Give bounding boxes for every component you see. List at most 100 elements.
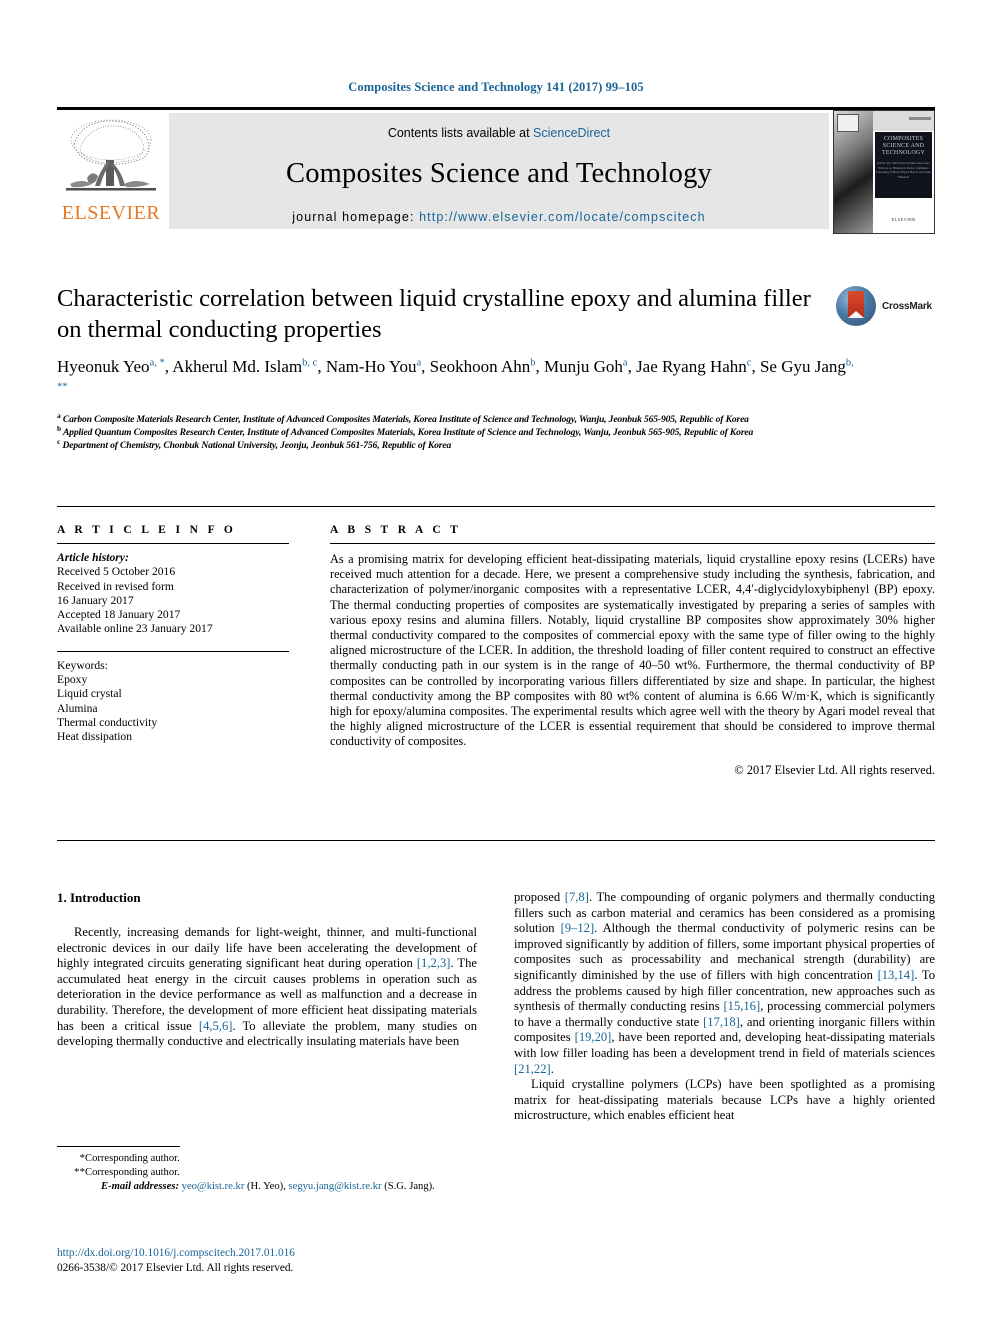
doi-link[interactable]: http://dx.doi.org/10.1016/j.compscitech.… [57, 1246, 487, 1261]
article-history-block: Article history: Received 5 October 2016… [57, 551, 289, 637]
author-3: Nam-Ho Youa [326, 357, 421, 376]
author-1-affiliation-marker: a, * [149, 357, 165, 369]
journal-cover-thumbnail: COMPOSITES SCIENCE AND TECHNOLOGY Editor… [833, 110, 935, 234]
article-history-item-3: Accepted 18 January 2017 [57, 608, 181, 622]
citation-19-20[interactable]: [19,20] [575, 1030, 612, 1044]
keyword-2: Alumina [57, 701, 98, 715]
intro-p1-part-a: Recently, increasing demands for light-w… [57, 925, 477, 971]
article-history-item-1: Received in revised form [57, 579, 174, 593]
keywords-label: Keywords: [57, 658, 108, 672]
email-link-jang[interactable]: segyu.jang@kist.re.kr [289, 1181, 382, 1192]
affiliation-c-marker: c [57, 437, 61, 446]
body-column-left: 1. Introduction Recently, increasing dem… [57, 890, 477, 1050]
article-history-label: Article history: [57, 551, 129, 564]
intro-p1-cont-h: . [550, 1061, 554, 1076]
affiliation-b-text: Applied Quantum Composites Research Cent… [62, 427, 754, 439]
author-1: Hyeonuk Yeoa, * [57, 357, 165, 376]
homepage-url-link[interactable]: http://www.elsevier.com/locate/compscite… [419, 210, 706, 224]
issn-copyright-line: 0266-3538/© 2017 Elsevier Ltd. All right… [57, 1262, 294, 1274]
citation-21-22[interactable]: [21,22] [514, 1062, 551, 1076]
article-info-panel: A R T I C L E I N F O Article history: R… [57, 524, 289, 745]
citation-17-18[interactable]: [17,18] [703, 1015, 740, 1029]
cover-title-line3: TECHNOLOGY [882, 150, 925, 156]
elsevier-wordmark: ELSEVIER [61, 202, 161, 224]
citation-1-2-3[interactable]: [1,2,3] [417, 956, 451, 970]
author-7-name: Se Gyu Jang [759, 357, 846, 376]
affiliation-a-marker: a [57, 410, 61, 420]
author-list: Hyeonuk Yeoa, *, Akherul Md. Islamb, c, … [57, 355, 857, 403]
email-addresses-label: E-mail addresses: [101, 1181, 179, 1193]
affiliation-c: c Department of Chemistry, Chonbuk Natio… [57, 437, 937, 453]
cover-footer-panel: ELSEVIER [875, 199, 932, 232]
keyword-1: Liquid crystal [57, 687, 122, 701]
affiliation-b-marker: b [57, 423, 62, 433]
page-title: Characteristic correlation between liqui… [57, 285, 811, 343]
affiliation-b: b Applied Quantum Composites Research Ce… [57, 423, 937, 440]
abstract-panel: A B S T R A C T As a promising matrix fo… [330, 524, 935, 778]
author-2-affiliation-marker: b, c [302, 357, 318, 369]
contents-prefix: Contents lists available at [387, 126, 534, 140]
author-5-name: Munju Goh [544, 357, 623, 376]
footnote-text-2: Corresponding author. [85, 1166, 180, 1178]
abstract-copyright: © 2017 Elsevier Ltd. All rights reserved… [734, 762, 935, 777]
crossmark-icon [836, 286, 876, 326]
citation-13-14[interactable]: [13,14] [878, 968, 915, 982]
email-link-yeo[interactable]: yeo@kist.re.kr [182, 1181, 245, 1192]
author-2: Akherul Md. Islamb, c [172, 357, 317, 376]
citation-7-8[interactable]: [7,8] [565, 890, 589, 904]
article-info-heading-rule [57, 543, 289, 544]
keyword-3: Thermal conductivity [57, 715, 158, 729]
author-5: Munju Goha [544, 357, 628, 376]
journal-title: Composites Science and Technology [286, 158, 712, 189]
keyword-0: Epoxy [57, 673, 88, 687]
title-block: Characteristic correlation between liqui… [57, 283, 817, 345]
homepage-label: journal homepage: [292, 210, 420, 224]
citation-9-12[interactable]: [9–12] [561, 921, 595, 935]
section-heading-introduction: 1. Introduction [57, 890, 141, 905]
affiliation-a: a Carbon Composite Materials Research Ce… [57, 410, 937, 427]
author-3-name: Nam-Ho You [325, 357, 417, 376]
abstract-heading-rule [330, 543, 935, 544]
cover-publisher: ELSEVIER [891, 217, 916, 222]
running-head: Composites Science and Technology 141 (2… [348, 80, 644, 94]
author-6-name: Jae Ryang Hahn [636, 357, 747, 376]
keyword-4: Heat dissipation [57, 730, 133, 744]
abstract-section-bottom-rule [57, 840, 935, 841]
cover-title-line2: SCIENCE AND [882, 143, 925, 149]
author-1-name: Hyeonuk Yeo [57, 357, 150, 376]
article-info-heading: A R T I C L E I N F O [57, 524, 237, 536]
citation-4-5-6[interactable]: [4,5,6] [199, 1019, 233, 1033]
author-4: Seokhoon Ahnb [430, 357, 536, 376]
footnote-corresponding-1: * Corresponding author. [57, 1152, 487, 1166]
footnote-rule [57, 1146, 180, 1147]
sciencedirect-link[interactable]: ScienceDirect [533, 126, 610, 140]
affiliation-a-text: Carbon Composite Materials Research Cent… [62, 414, 749, 425]
body-column-right: proposed [7,8]. The compounding of organ… [514, 890, 935, 1124]
abstract-text: As a promising matrix for developing eff… [330, 552, 935, 749]
elsevier-logo: ELSEVIER [57, 110, 165, 232]
affiliation-c-text: Department of Chemistry, Chonbuk Nationa… [62, 440, 452, 452]
footnote-marker-2: ** [74, 1165, 85, 1178]
intro-paragraph-2: Liquid crystalline polymers (LCPs) have … [514, 1077, 935, 1123]
author-2-name: Akherul Md. Islam [172, 357, 303, 376]
crossmark-label: CrossMark [882, 301, 932, 312]
author-5-affiliation-marker: a [622, 357, 628, 369]
author-4-name: Seokhoon Ahn [429, 357, 531, 376]
abstract-heading: A B S T R A C T [330, 524, 462, 536]
journal-homepage-line: journal homepage: http://www.elsevier.co… [169, 210, 829, 224]
journal-band: Contents lists available at ScienceDirec… [169, 113, 829, 229]
affiliation-list: a Carbon Composite Materials Research Ce… [57, 410, 937, 453]
elsevier-tree-icon [66, 119, 156, 191]
cover-topbar-text [909, 117, 931, 120]
footnote-corresponding-2: ** Corresponding author. [57, 1166, 487, 1180]
cover-topbar [873, 111, 934, 131]
cover-title-line1: COMPOSITES [883, 136, 924, 142]
citation-15-16[interactable]: [15,16] [723, 999, 760, 1013]
article-history-item-0: Received 5 October 2016 [57, 565, 176, 579]
crossmark-badge[interactable]: CrossMark [836, 286, 940, 328]
keywords-rule [57, 650, 289, 652]
paper-page: Composites Science and Technology 141 (2… [0, 0, 992, 1323]
author-4-affiliation-marker: b [530, 357, 536, 369]
cover-photo [834, 111, 873, 233]
keywords-block: Keywords: Epoxy Liquid crystal Alumina T… [57, 659, 289, 745]
